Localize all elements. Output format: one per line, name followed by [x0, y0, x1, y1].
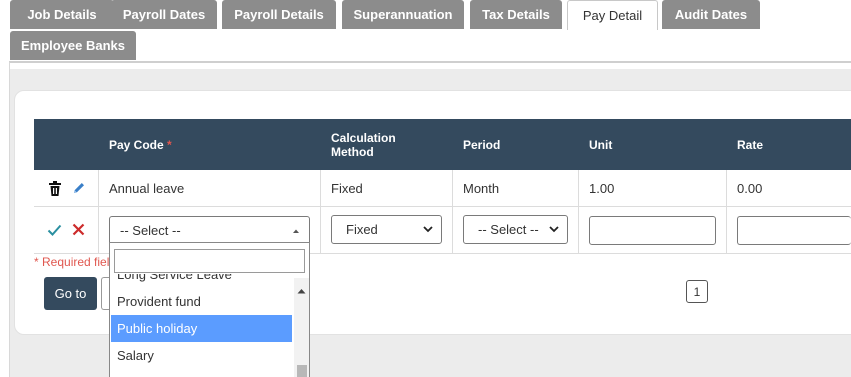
tab-employee-banks[interactable]: Employee Banks — [10, 31, 136, 60]
header-rate: Rate — [737, 138, 764, 152]
row-divider — [34, 206, 851, 207]
dropdown-scrollbar[interactable] — [294, 278, 309, 377]
scroll-up-arrow-icon[interactable] — [297, 282, 306, 297]
header-calculation-method-line2: Method — [331, 145, 374, 159]
cancel-x-icon[interactable] — [72, 223, 85, 236]
panel-spacer — [10, 63, 851, 69]
required-field-note: * Required fiel — [34, 255, 109, 269]
dropdown-search-input[interactable] — [114, 249, 305, 273]
confirm-check-icon[interactable] — [47, 223, 62, 237]
tab-superannuation[interactable]: Superannuation — [342, 0, 464, 29]
tab-payroll-details[interactable]: Payroll Details — [222, 0, 336, 29]
cell-unit: 1.00 — [589, 181, 615, 196]
unit-input[interactable] — [589, 216, 716, 245]
dropdown-partial-item: Long Service Leave — [111, 274, 292, 284]
header-calculation-method: Calculation Method — [331, 131, 396, 159]
chevron-down-icon — [548, 223, 560, 235]
chevron-down-icon — [422, 223, 434, 235]
header-pay-code: Pay Code * — [109, 138, 172, 152]
cell-rate: 0.00 — [737, 181, 763, 196]
tab-job-details[interactable]: Job Details — [10, 0, 114, 29]
dropdown-item-salary[interactable]: Salary — [111, 342, 292, 369]
scroll-thumb[interactable] — [297, 365, 307, 377]
column-divider — [452, 170, 453, 254]
caret-up-icon — [290, 225, 302, 237]
calculation-method-select[interactable]: Fixed — [331, 215, 442, 244]
tab-tax-details[interactable]: Tax Details — [470, 0, 562, 29]
column-divider — [98, 170, 99, 254]
go-to-button[interactable]: Go to — [44, 277, 97, 310]
header-unit: Unit — [589, 138, 613, 152]
delete-icon[interactable] — [48, 181, 62, 196]
cell-period: Month — [463, 181, 500, 196]
cell-calculation-method: Fixed — [331, 181, 363, 196]
tab-pay-detail[interactable]: Pay Detail — [567, 0, 658, 30]
header-pay-code-label: Pay Code — [109, 138, 164, 152]
edit-pencil-icon[interactable] — [72, 181, 86, 195]
period-select-value: -- Select -- — [478, 222, 539, 237]
tab-payroll-dates[interactable]: Payroll Dates — [111, 0, 217, 29]
cell-pay-code: Annual leave — [109, 181, 185, 196]
period-select[interactable]: -- Select -- — [463, 215, 568, 244]
dropdown-item-public-holiday[interactable]: Public holiday — [111, 315, 292, 342]
calculation-method-select-value: Fixed — [346, 222, 378, 237]
pay-code-dropdown: Long Service Leave Provident fund Public… — [109, 242, 310, 377]
dropdown-partial-item-label: Long Service Leave — [117, 274, 232, 282]
pay-code-select[interactable]: -- Select -- — [109, 216, 310, 245]
header-period: Period — [463, 138, 501, 152]
column-divider — [578, 170, 579, 254]
page-1-button[interactable]: 1 — [686, 280, 708, 303]
tab-audit-dates[interactable]: Audit Dates — [662, 0, 760, 29]
rate-input[interactable] — [737, 216, 851, 245]
column-divider — [726, 170, 727, 254]
pay-code-select-value: -- Select -- — [120, 223, 181, 238]
header-calculation-method-line1: Calculation — [331, 131, 396, 145]
column-divider — [320, 170, 321, 254]
dropdown-item-provident-fund[interactable]: Provident fund — [111, 288, 292, 315]
required-mark: * — [167, 138, 172, 152]
